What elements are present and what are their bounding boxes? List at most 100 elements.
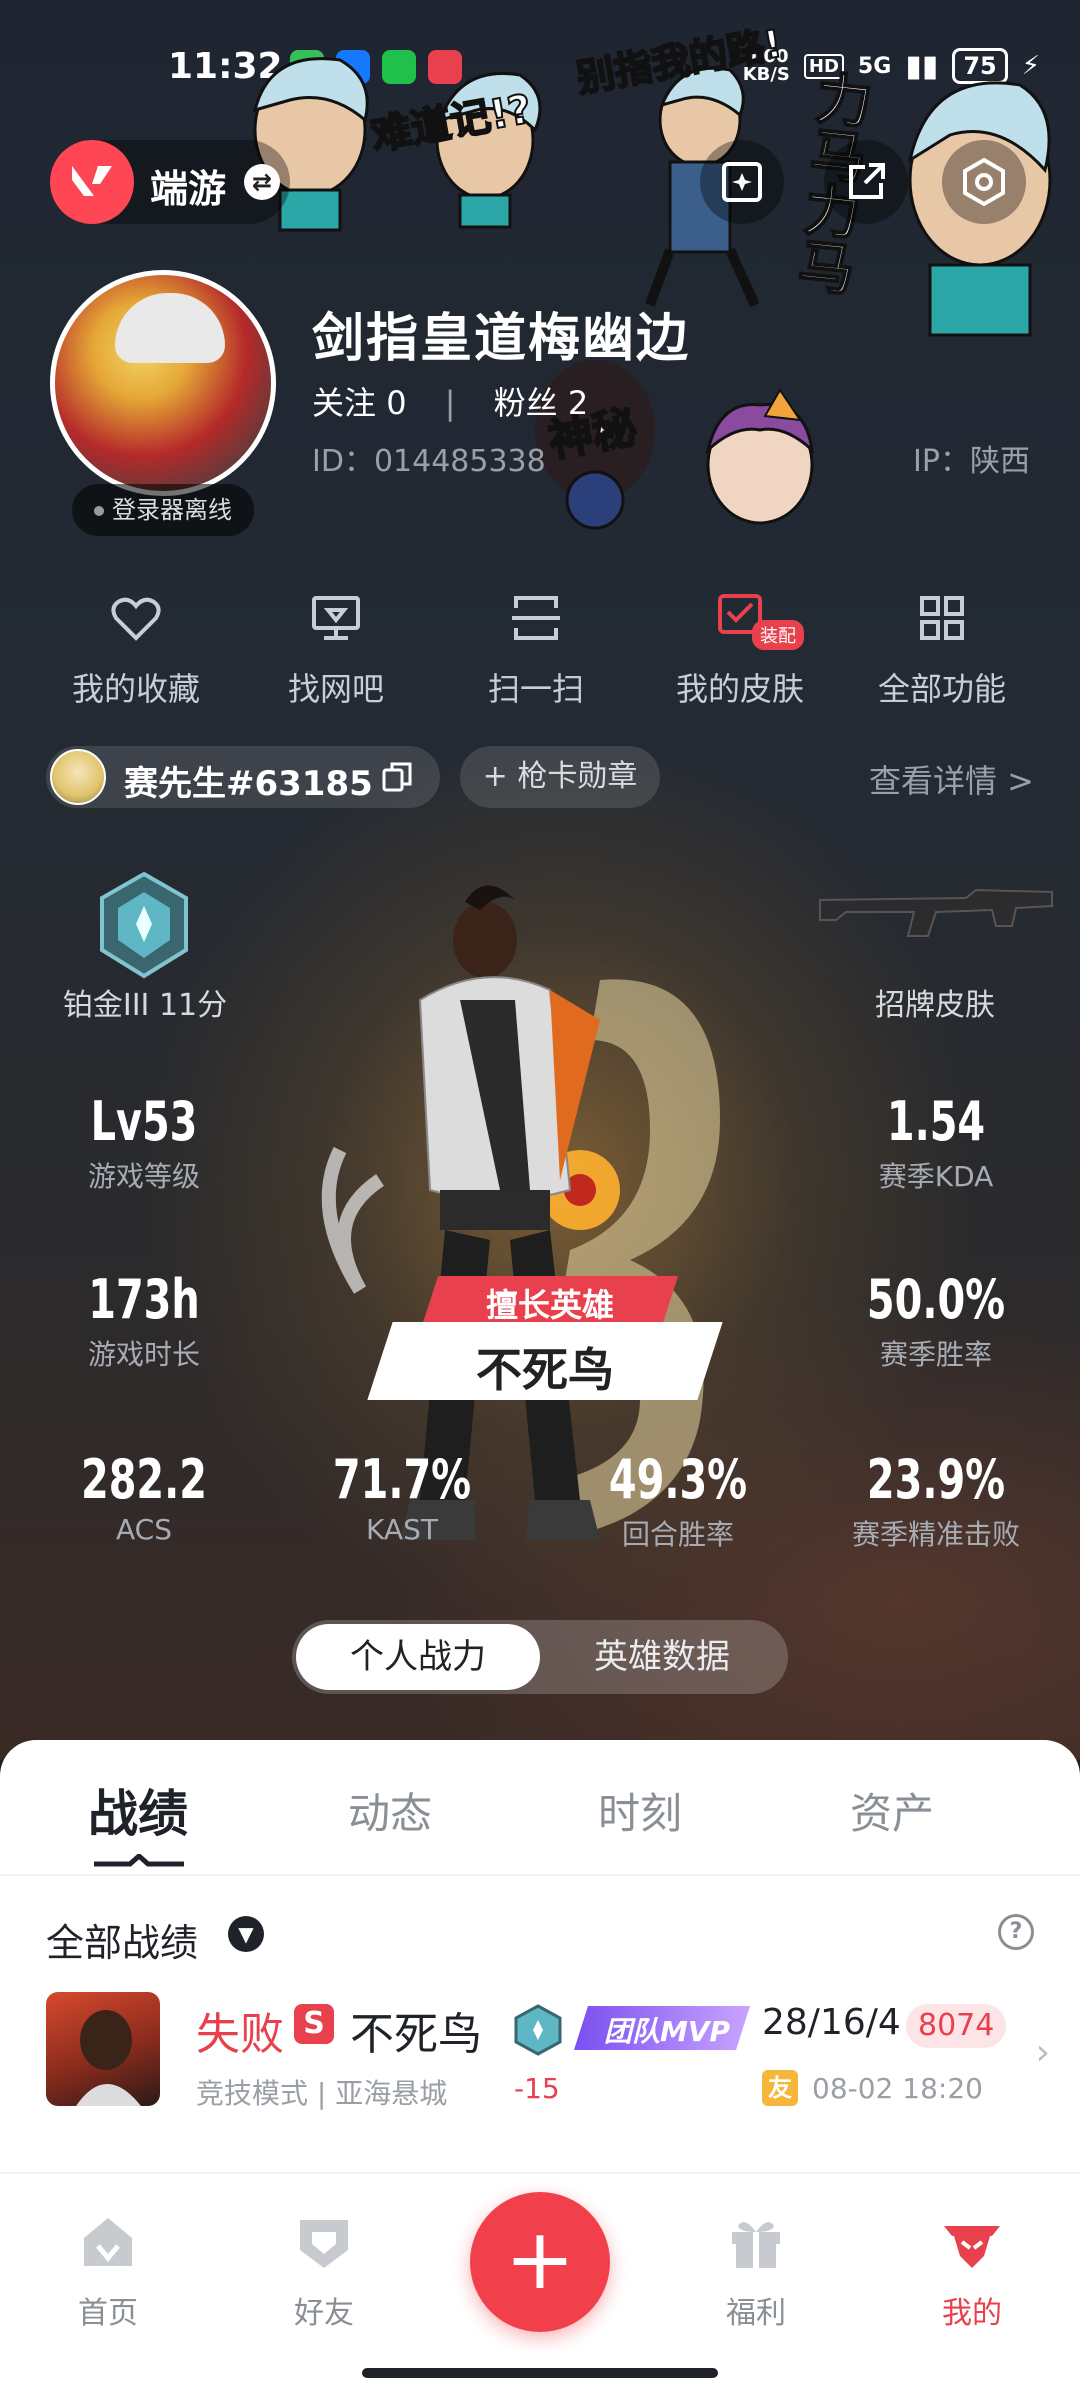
sticker-character-6 xyxy=(690,380,830,530)
gift-icon xyxy=(732,2222,780,2268)
stat-acs-value: 282.2 xyxy=(80,1448,207,1511)
signature-gun-icon xyxy=(819,888,1053,937)
home-indicator[interactable] xyxy=(362,2368,718,2378)
stat-kast: 71.7% KAST xyxy=(272,1448,532,1546)
quick-find-cafe-label: 找网吧 xyxy=(287,670,384,708)
stats-segment-control: 个人战力 英雄数据 xyxy=(292,1620,788,1694)
avatar[interactable] xyxy=(50,270,276,496)
stat-round-winrate-label: 回合胜率 xyxy=(621,1518,734,1551)
ip-label: IP： xyxy=(913,444,970,479)
stat-headshot-label: 赛季精准击败 xyxy=(851,1518,1020,1551)
nav-me-label: 我的 xyxy=(942,2296,1002,2331)
ip-row: IP：陕西 xyxy=(913,436,1030,480)
team-mvp-label: 团队MVP xyxy=(604,2015,731,2048)
match-record-row[interactable]: 失败 S 不死鸟 竞技模式 | 亚海悬城 -15 团队MVP 28/16/4 8… xyxy=(0,1992,1080,2142)
card-medal-button[interactable]: + 枪卡勋章 xyxy=(460,746,660,808)
stat-playtime-label: 游戏时长 xyxy=(87,1338,200,1371)
riot-id-pill[interactable]: 赛先生#63185 xyxy=(46,746,440,808)
match-result: 失败 xyxy=(196,2009,284,2060)
stat-headshot-value: 23.9% xyxy=(866,1448,1006,1511)
share-icon xyxy=(849,163,885,199)
stat-kast-value: 71.7% xyxy=(332,1448,472,1511)
quick-all-features[interactable]: 全部功能 xyxy=(842,590,1042,710)
follow-divider: | xyxy=(444,384,456,422)
nav-home[interactable]: 首页 xyxy=(28,2210,188,2332)
friends-icon xyxy=(300,2220,348,2268)
me-icon xyxy=(944,2226,1000,2268)
quick-scan-label: 扫一扫 xyxy=(487,670,584,708)
segment-hero-data[interactable]: 英雄数据 xyxy=(540,1624,784,1690)
nav-welfare-label: 福利 xyxy=(726,2296,786,2331)
create-plus-button[interactable]: + xyxy=(470,2192,610,2332)
tab-assets[interactable]: 资产 xyxy=(792,1780,992,1841)
ip-value: 陕西 xyxy=(970,444,1030,479)
hero-tag-label: 擅长英雄 xyxy=(485,1286,614,1324)
friend-badge: 友 xyxy=(762,2070,798,2106)
hero-name: 不死鸟 xyxy=(476,1343,614,1397)
nickname: 剑指皇道梅幽边 xyxy=(312,309,691,369)
tab-divider xyxy=(0,1874,1080,1876)
home-icon xyxy=(84,2218,132,2266)
game-name: 端游 xyxy=(150,167,227,211)
quick-favorites[interactable]: 我的收藏 xyxy=(36,590,236,710)
nav-me[interactable]: 我的 xyxy=(892,2210,1052,2332)
records-filter[interactable]: 全部战绩 xyxy=(46,1912,198,1967)
swap-icon: ⇄ xyxy=(244,164,280,200)
add-post-button[interactable] xyxy=(700,140,784,224)
quick-favorites-label: 我的收藏 xyxy=(71,670,200,708)
settings-button[interactable] xyxy=(942,140,1026,224)
follow-count[interactable]: 0 xyxy=(386,384,406,422)
id-row: ID：014485338 xyxy=(312,436,546,480)
quick-scan[interactable]: 扫一扫 xyxy=(436,590,636,710)
quick-my-skins-label: 我的皮肤 xyxy=(675,670,804,708)
riot-avatar xyxy=(50,749,106,805)
grid-icon xyxy=(920,596,964,640)
stat-acs-label: ACS xyxy=(116,1513,172,1546)
stat-playtime: 173h 游戏时长 xyxy=(14,1268,274,1373)
quick-all-features-label: 全部功能 xyxy=(877,670,1006,708)
login-status-text: 登录器离线 xyxy=(112,496,232,524)
match-score: 8074 xyxy=(906,2004,1007,2048)
avatar-hat xyxy=(115,293,225,363)
login-status-badge: 登录器离线 xyxy=(72,484,254,536)
fans-label[interactable]: 粉丝 xyxy=(494,384,558,422)
quick-my-skins[interactable]: 装配 我的皮肤 xyxy=(640,590,840,710)
settings-icon xyxy=(963,157,1005,207)
heart-icon xyxy=(111,597,161,641)
tab-feed[interactable]: 动态 xyxy=(290,1780,490,1841)
help-icon[interactable]: ? xyxy=(998,1914,1034,1950)
add-post-icon xyxy=(722,162,762,202)
game-switcher[interactable]: 端游 ⇄ xyxy=(50,140,290,224)
stat-kast-label: KAST xyxy=(366,1513,438,1546)
nav-welfare[interactable]: 福利 xyxy=(676,2210,836,2332)
stat-playtime-value: 173h xyxy=(88,1268,200,1331)
view-details-link[interactable]: 查看详情 > xyxy=(869,756,1034,802)
quick-find-cafe[interactable]: 找网吧 xyxy=(236,590,436,710)
segment-personal-power[interactable]: 个人战力 xyxy=(296,1624,540,1690)
stat-winrate-value: 50.0% xyxy=(866,1268,1006,1331)
monitor-icon xyxy=(312,596,360,640)
rank-label: 铂金III 11分 xyxy=(62,988,228,1023)
stat-kda-value: 1.54 xyxy=(886,1090,986,1153)
chevron-down-icon[interactable]: ▼ xyxy=(228,1916,264,1952)
skin-label: 招牌皮肤 xyxy=(875,988,995,1023)
stat-round-winrate-value: 49.3% xyxy=(608,1448,748,1511)
share-button[interactable] xyxy=(824,140,908,224)
match-time: 08-02 18:20 xyxy=(812,2072,983,2105)
status-dot xyxy=(94,506,104,516)
scan-icon xyxy=(512,596,560,640)
copy-icon[interactable] xyxy=(380,760,414,794)
tab-records[interactable]: 战绩 xyxy=(38,1774,238,1846)
match-kda: 28/16/4 xyxy=(762,2002,901,2043)
follow-label[interactable]: 关注 xyxy=(312,384,376,422)
stat-winrate: 50.0% 赛季胜率 xyxy=(806,1268,1066,1373)
rank-delta: -15 xyxy=(514,2072,560,2105)
s-grade-badge: S xyxy=(294,2004,334,2044)
tab-moments[interactable]: 时刻 xyxy=(540,1780,740,1841)
match-rank-icon xyxy=(514,2004,562,2056)
tab-indicator xyxy=(94,1854,184,1867)
fans-count[interactable]: 2 xyxy=(568,384,588,422)
match-agent: 不死鸟 xyxy=(350,2009,482,2060)
equip-badge: 装配 xyxy=(752,620,804,650)
nav-friends[interactable]: 好友 xyxy=(244,2210,404,2332)
